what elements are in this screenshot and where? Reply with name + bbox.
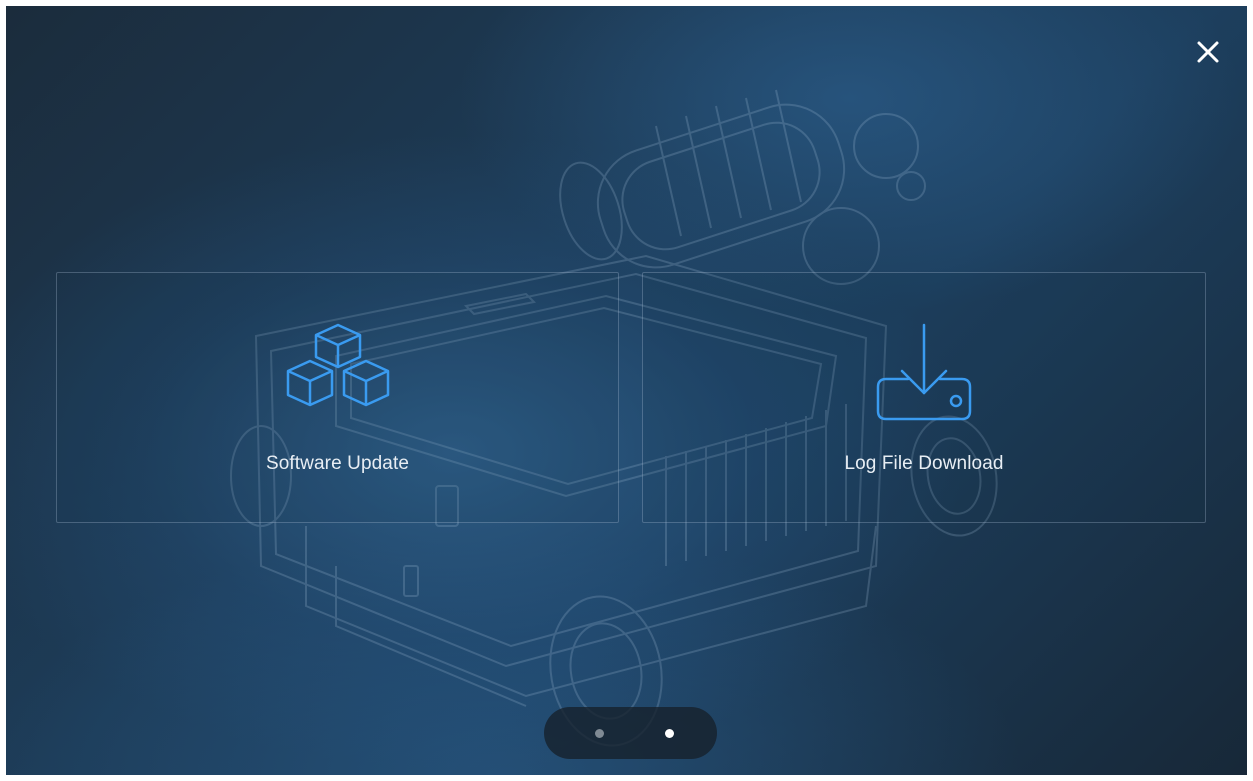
download-to-device-icon — [876, 323, 972, 421]
log-file-download-card[interactable]: Log File Download — [642, 272, 1206, 523]
cubes-icon — [286, 323, 389, 407]
page-dot-1[interactable] — [595, 729, 604, 738]
software-update-card[interactable]: Software Update — [56, 272, 619, 523]
log-file-download-label: Log File Download — [844, 453, 1004, 474]
close-button[interactable] — [1190, 34, 1226, 70]
software-update-label: Software Update — [265, 453, 410, 474]
page-dot-2-active[interactable] — [665, 729, 674, 738]
page-indicator — [544, 707, 717, 759]
settings-screen: Software Update Log File Download — [6, 6, 1247, 775]
close-icon — [1197, 41, 1219, 63]
